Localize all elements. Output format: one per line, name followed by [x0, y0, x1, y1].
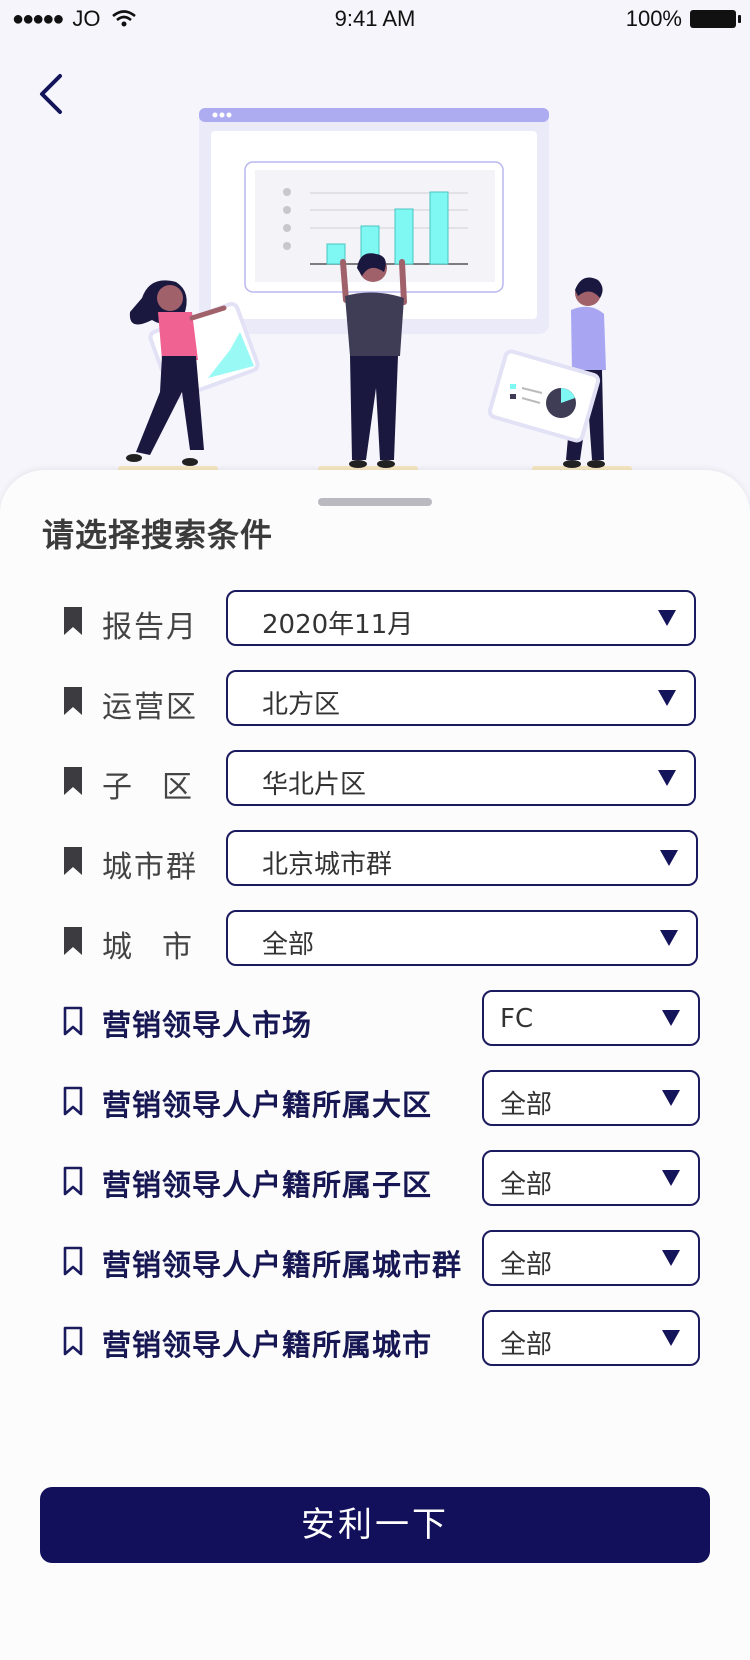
select-value: 2020年11月 — [262, 610, 414, 640]
select-value: 全部 — [500, 1170, 553, 1200]
operating-region-select[interactable]: 北方区 — [226, 670, 696, 726]
filter-row-city-cluster: 城市群 北京城市群 — [0, 830, 750, 890]
dropdown-arrow-icon — [658, 610, 676, 626]
filter-label: 营销领导人户籍所属大区 — [102, 1088, 433, 1122]
filter-row-leader-household-city-cluster: 营销领导人户籍所属城市群 全部 — [0, 1230, 750, 1290]
filter-row-leader-household-subregion: 营销领导人户籍所属子区 全部 — [0, 1150, 750, 1210]
filter-label: 营销领导人户籍所属子区 — [102, 1168, 433, 1202]
battery-percent: 100% — [625, 6, 682, 31]
sheet-drag-handle[interactable] — [318, 498, 432, 506]
filter-label: 子区 — [102, 770, 222, 805]
status-bar: ●●●●● JO 9:41 AM 100% — [0, 0, 750, 40]
select-value: 北京城市群 — [262, 850, 393, 880]
select-value: FC — [500, 1004, 534, 1034]
select-value: 华北片区 — [262, 770, 367, 800]
dropdown-arrow-icon — [658, 770, 676, 786]
leader-household-region-select[interactable]: 全部 — [482, 1070, 700, 1126]
battery-icon — [690, 10, 741, 28]
select-value: 全部 — [500, 1250, 553, 1280]
leader-household-city-cluster-select[interactable]: 全部 — [482, 1230, 700, 1286]
filter-label: 城市群 — [102, 850, 198, 885]
filter-label: 运营区 — [102, 690, 198, 725]
hero-illustration — [118, 108, 632, 470]
dropdown-arrow-icon — [662, 1010, 680, 1026]
select-value: 全部 — [500, 1330, 553, 1360]
bookmark-filled-icon — [64, 927, 82, 955]
bookmark-filled-icon — [64, 607, 82, 635]
filter-row-leader-household-region: 营销领导人户籍所属大区 全部 — [0, 1070, 750, 1130]
filter-label: 城市 — [102, 930, 222, 965]
dropdown-arrow-icon — [660, 850, 678, 866]
filter-row-sub-region: 子区 华北片区 — [0, 750, 750, 810]
filter-row-leader-household-city: 营销领导人户籍所属城市 全部 — [0, 1310, 750, 1370]
city-select[interactable]: 全部 — [226, 910, 698, 966]
city-cluster-select[interactable]: 北京城市群 — [226, 830, 698, 886]
leader-market-select[interactable]: FC — [482, 990, 700, 1046]
bookmark-filled-icon — [64, 847, 82, 875]
filter-label: 营销领导人户籍所属城市 — [102, 1328, 433, 1362]
filter-label: 营销领导人市场 — [102, 1008, 313, 1042]
dropdown-arrow-icon — [658, 690, 676, 706]
sheet-title: 请选择搜索条件 — [42, 516, 274, 554]
sub-region-select[interactable]: 华北片区 — [226, 750, 696, 806]
dropdown-arrow-icon — [662, 1170, 680, 1186]
dropdown-arrow-icon — [662, 1330, 680, 1346]
filter-row-city: 城市 全部 — [0, 910, 750, 970]
bookmark-outline-icon — [63, 1246, 83, 1276]
bookmark-filled-icon — [64, 767, 82, 795]
filter-row-leader-market: 营销领导人市场 FC — [0, 990, 750, 1050]
bookmark-outline-icon — [63, 1166, 83, 1196]
select-value: 北方区 — [262, 690, 341, 720]
filter-row-report-month: 报告月 2020年11月 — [0, 590, 750, 650]
bookmark-outline-icon — [63, 1326, 83, 1356]
bookmark-filled-icon — [64, 687, 82, 715]
submit-button[interactable]: 安利一下 — [40, 1487, 710, 1563]
filter-label: 报告月 — [102, 610, 198, 645]
bookmark-outline-icon — [63, 1006, 83, 1036]
leader-household-city-select[interactable]: 全部 — [482, 1310, 700, 1366]
dropdown-arrow-icon — [660, 930, 678, 946]
filter-label: 营销领导人户籍所属城市群 — [102, 1248, 463, 1282]
dropdown-arrow-icon — [662, 1250, 680, 1266]
bookmark-outline-icon — [63, 1086, 83, 1116]
filter-row-operating-region: 运营区 北方区 — [0, 670, 750, 730]
leader-household-subregion-select[interactable]: 全部 — [482, 1150, 700, 1206]
dropdown-arrow-icon — [662, 1090, 680, 1106]
status-right: 100% — [625, 6, 741, 32]
select-value: 全部 — [500, 1090, 553, 1120]
select-value: 全部 — [262, 930, 315, 960]
report-month-select[interactable]: 2020年11月 — [226, 590, 696, 646]
